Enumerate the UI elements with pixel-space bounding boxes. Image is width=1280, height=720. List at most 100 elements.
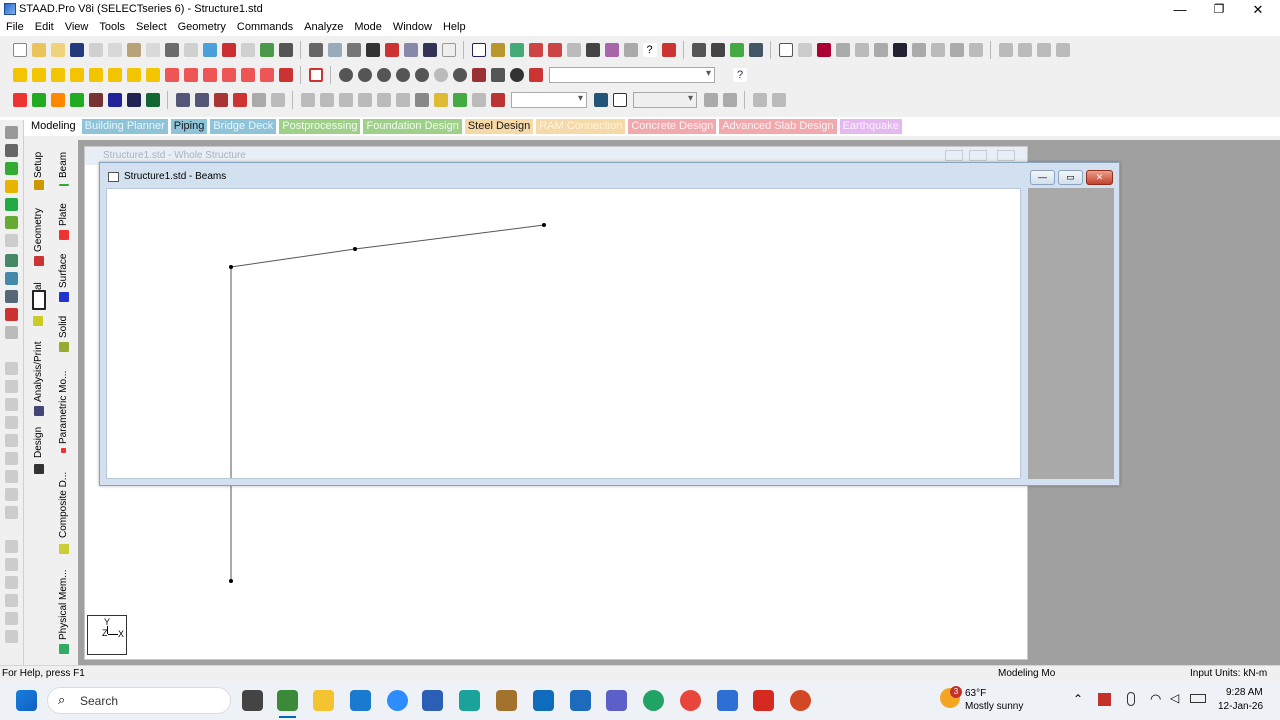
tool-gray-15-icon[interactable] [5, 612, 18, 625]
menu-help[interactable]: Help [437, 19, 471, 36]
acrobat-icon[interactable] [753, 690, 774, 711]
close-button[interactable]: ✕ [1238, 0, 1278, 19]
hammer-icon[interactable] [278, 42, 293, 57]
check-errors-icon[interactable] [221, 42, 236, 57]
section-icon[interactable] [604, 42, 619, 57]
page-icon[interactable] [441, 42, 456, 57]
translational-repeat-icon[interactable] [300, 92, 315, 107]
view-front-icon[interactable] [471, 42, 486, 57]
stretch-icon[interactable] [395, 92, 410, 107]
rotate-geometry-icon[interactable] [357, 92, 372, 107]
menu-view[interactable]: View [59, 19, 94, 36]
magnifier-icon[interactable] [509, 67, 524, 82]
i-beam-icon[interactable] [892, 42, 907, 57]
rulers-icon[interactable] [752, 92, 767, 107]
teams-icon[interactable] [606, 690, 627, 711]
split-beam-icon[interactable] [194, 92, 209, 107]
dimension-icon[interactable] [528, 42, 543, 57]
vtab-beam[interactable]: Beam [58, 152, 69, 178]
add-beam-icon[interactable] [175, 92, 190, 107]
rotate-down-icon[interactable] [183, 67, 198, 82]
undo-icon[interactable] [164, 42, 179, 57]
vtab-surface[interactable]: Surface [58, 254, 69, 288]
display-grid-icon[interactable] [308, 67, 323, 82]
vtab-composite[interactable]: Composite D... [58, 472, 69, 538]
zoom-dynamic-icon[interactable] [433, 67, 448, 82]
tool-gray-9-icon[interactable] [5, 488, 18, 501]
vtab-setup[interactable]: Setup [33, 152, 44, 178]
section-shape-icon[interactable] [778, 42, 793, 57]
view-top-icon[interactable] [107, 67, 122, 82]
connect-beams-icon[interactable] [232, 92, 247, 107]
zoom-all-icon[interactable] [452, 67, 467, 82]
snap-node-icon[interactable] [5, 272, 18, 285]
outlook-icon[interactable] [533, 690, 554, 711]
surfaces-cursor-icon[interactable] [5, 216, 18, 229]
menu-commands[interactable]: Commands [231, 19, 298, 36]
tool-gray-14-icon[interactable] [5, 594, 18, 607]
menu-tools[interactable]: Tools [93, 19, 130, 36]
cut-icon[interactable] [88, 42, 103, 57]
intersect-icon[interactable] [251, 92, 266, 107]
mirror-icon[interactable] [376, 92, 391, 107]
view-left-icon[interactable] [69, 67, 84, 82]
chevron-up-icon[interactable]: ⌃ [1073, 692, 1083, 706]
solids-cursor-icon[interactable] [5, 234, 18, 247]
beams-close-button[interactable]: ✕ [1086, 170, 1113, 185]
vtab-physical-member[interactable]: Physical Mem... [58, 569, 69, 640]
battery-icon[interactable] [1190, 694, 1206, 703]
object-cursor-icon[interactable] [126, 92, 141, 107]
circular-repeat-icon[interactable] [319, 92, 334, 107]
erase-dim-icon[interactable] [623, 42, 638, 57]
task-view-icon[interactable] [242, 690, 263, 711]
beam-cursor-icon[interactable] [12, 92, 27, 107]
volume-icon[interactable]: ◁ [1170, 691, 1179, 705]
view-options-icon[interactable] [748, 42, 763, 57]
window-close-icon[interactable] [1055, 42, 1070, 57]
symbol-icon[interactable] [968, 42, 983, 57]
add-plate-tool-icon[interactable] [5, 308, 18, 321]
query-icon[interactable]: ? [642, 42, 657, 57]
plate-cursor-icon[interactable] [50, 92, 65, 107]
tab-building-planner[interactable]: Building Planner [81, 119, 168, 134]
zoom-out-icon[interactable] [395, 67, 410, 82]
rotate-up-icon[interactable] [164, 67, 179, 82]
rotate-icon[interactable] [691, 42, 706, 57]
tool-gray-13-icon[interactable] [5, 576, 18, 589]
taskbar-search[interactable]: ⌕ Search [47, 687, 231, 714]
support-green-icon[interactable] [452, 92, 467, 107]
tool-gray-10-icon[interactable] [5, 506, 18, 519]
zoom-previous-icon[interactable] [414, 67, 429, 82]
snapshot-icon[interactable] [365, 42, 380, 57]
surface-cursor-icon[interactable] [69, 92, 84, 107]
clipboard-icon[interactable] [240, 42, 255, 57]
geometry-cursor-icon[interactable] [107, 92, 122, 107]
powerpoint-icon[interactable] [790, 690, 811, 711]
app-c-icon[interactable] [717, 690, 738, 711]
tool-gray-3-icon[interactable] [5, 380, 18, 393]
mail-icon[interactable] [350, 690, 371, 711]
page-setup-icon[interactable] [930, 42, 945, 57]
zoom-app-icon[interactable] [387, 690, 408, 711]
rotate-right-icon[interactable] [221, 67, 236, 82]
beam-label-icon[interactable] [566, 42, 581, 57]
view-iso-icon[interactable] [145, 67, 160, 82]
beams-maximize-button[interactable]: ▭ [1058, 170, 1083, 185]
tab-concrete-design[interactable]: Concrete Design [628, 119, 717, 134]
node-label-icon[interactable] [547, 42, 562, 57]
menu-mode[interactable]: Mode [348, 19, 387, 36]
print-preview-icon[interactable] [327, 42, 342, 57]
load-icon[interactable] [433, 92, 448, 107]
snap-grid-icon[interactable] [771, 92, 786, 107]
nodes-cursor-icon[interactable] [5, 162, 18, 175]
measure-icon[interactable] [585, 42, 600, 57]
support-icon[interactable] [835, 42, 850, 57]
vtab-design[interactable]: Design [33, 427, 44, 458]
spin-right-icon[interactable] [259, 67, 274, 82]
tool-gray-11-icon[interactable] [5, 540, 18, 553]
view-right-icon[interactable] [88, 67, 103, 82]
app-a-icon[interactable] [459, 690, 480, 711]
doc-icon[interactable] [949, 42, 964, 57]
save-icon[interactable] [69, 42, 84, 57]
grid-cursor-icon[interactable] [145, 92, 160, 107]
